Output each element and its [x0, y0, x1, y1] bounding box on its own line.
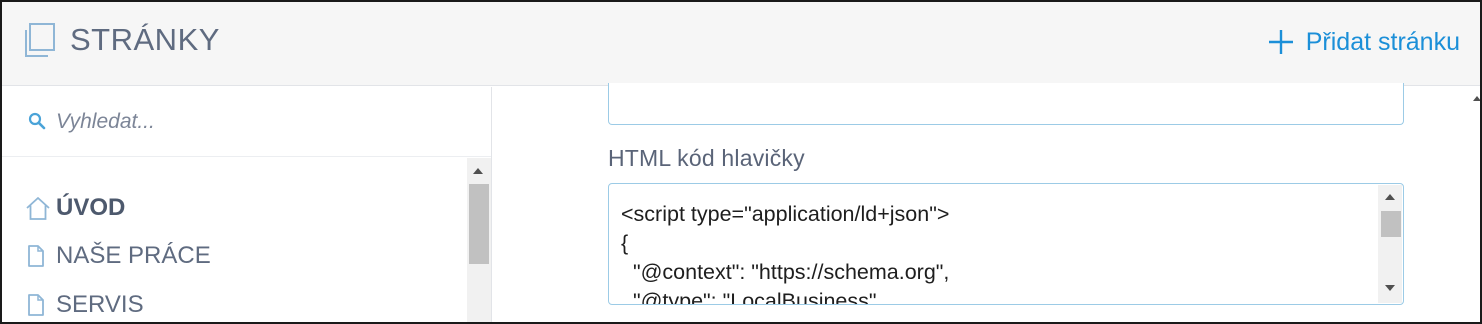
- scrollbar-thumb[interactable]: [1381, 211, 1401, 237]
- scroll-up-icon[interactable]: [473, 168, 483, 174]
- sidebar-search: [2, 87, 491, 157]
- pages-icon: [25, 23, 55, 57]
- textarea-scrollbar[interactable]: [1378, 185, 1402, 303]
- add-page-button[interactable]: Přidat stránku: [1268, 24, 1460, 60]
- search-icon: [28, 112, 46, 130]
- sidebar-scrollbar[interactable]: [467, 158, 491, 322]
- app-window: STRÁNKY Přidat stránku ÚVOD: [0, 0, 1482, 324]
- sidebar-item-label: SERVIS: [56, 291, 144, 318]
- scroll-down-icon[interactable]: [1385, 285, 1395, 291]
- sidebar-item-servis[interactable]: SERVIS: [24, 287, 144, 322]
- header-code-textarea[interactable]: <script type="application/ld+json"> { "@…: [608, 183, 1404, 305]
- header-code-text[interactable]: <script type="application/ld+json"> { "@…: [621, 200, 1371, 304]
- sidebar-item-label: NAŠE PRÁCE: [56, 242, 211, 269]
- page-header: STRÁNKY Přidat stránku: [2, 2, 1480, 86]
- sidebar-item-label: ÚVOD: [56, 194, 126, 221]
- search-input[interactable]: [56, 107, 456, 137]
- page-tree: ÚVOD NAŠE PRÁCE SERVIS: [2, 158, 466, 322]
- previous-field-input[interactable]: [608, 83, 1404, 125]
- sidebar-item-uvod[interactable]: ÚVOD: [24, 190, 125, 226]
- home-icon: [26, 197, 50, 220]
- scroll-up-icon[interactable]: [1385, 194, 1395, 200]
- page-settings-panel: HTML kód hlavičky <script type="applicat…: [493, 83, 1472, 322]
- page-icon: [28, 294, 44, 316]
- plus-icon: [1268, 30, 1293, 54]
- sidebar-item-nase-prace[interactable]: NAŠE PRÁCE: [24, 238, 211, 274]
- page-title: STRÁNKY: [70, 22, 220, 57]
- header-code-label: HTML kód hlavičky: [608, 145, 805, 171]
- scrollbar-thumb[interactable]: [469, 184, 489, 264]
- sidebar: ÚVOD NAŠE PRÁCE SERVIS: [2, 87, 492, 322]
- scroll-up-icon[interactable]: [1473, 96, 1480, 101]
- page-icon: [28, 245, 44, 267]
- page-scrollbar[interactable]: [1472, 87, 1480, 322]
- add-page-label: Přidat stránku: [1305, 27, 1460, 56]
